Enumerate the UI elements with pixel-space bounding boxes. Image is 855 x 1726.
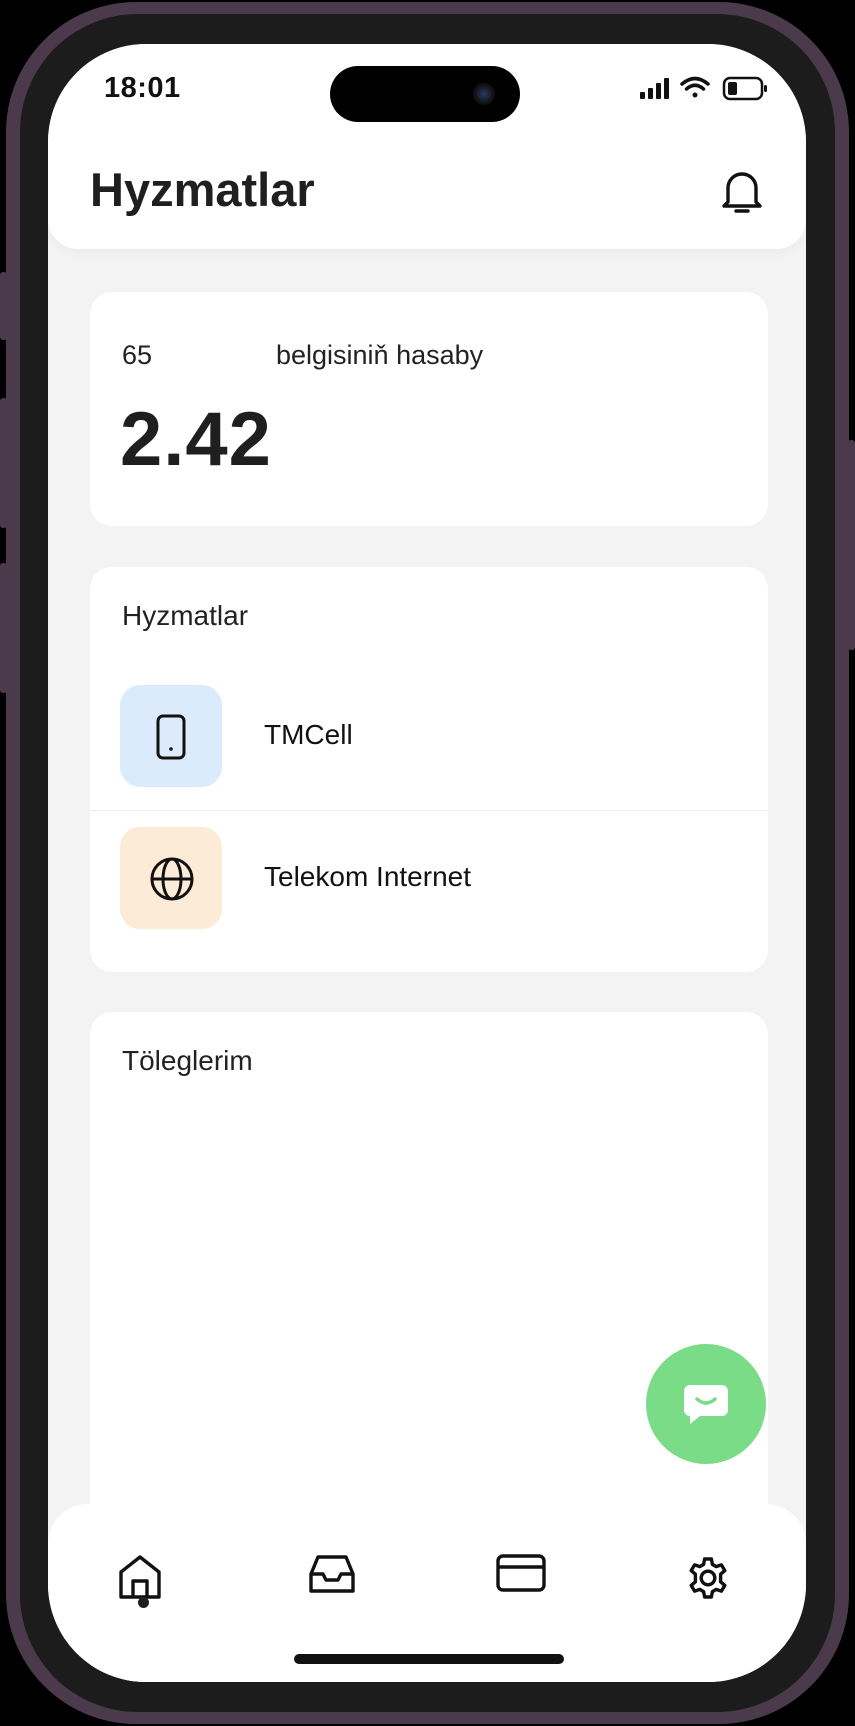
phone-number: 65: [122, 340, 153, 370]
home-icon: [119, 1555, 161, 1599]
service-icon-bg: [120, 685, 222, 787]
battery-icon: [722, 76, 767, 101]
balance-value: 2.42: [120, 397, 272, 482]
globe-icon: [150, 857, 194, 901]
nav-settings[interactable]: [674, 1544, 738, 1608]
nav-cards[interactable]: [486, 1544, 550, 1608]
phone-screen: 18:01 Hyzmatlar 65 belgisiniň hasaby 2.4…: [48, 44, 806, 1682]
side-button-power: [848, 440, 855, 650]
service-label: Telekom Internet: [264, 861, 471, 892]
service-item-tmcell[interactable]: TMCell: [90, 667, 768, 791]
app-header: 18:01 Hyzmatlar: [48, 44, 806, 249]
signal-icon: [640, 78, 669, 99]
services-title: Hyzmatlar: [122, 600, 249, 631]
bell-icon[interactable]: [720, 168, 764, 216]
side-button-volume-up: [0, 398, 7, 528]
side-button-action: [0, 272, 7, 340]
service-item-telekom-internet[interactable]: Telekom Internet: [90, 809, 768, 933]
side-button-volume-down: [0, 563, 7, 693]
chat-button[interactable]: [646, 1344, 766, 1464]
payments-title: Töleglerim: [122, 1045, 253, 1076]
service-icon-bg: [120, 827, 222, 929]
service-label: TMCell: [264, 719, 353, 750]
dynamic-island: [330, 66, 520, 122]
nav-inbox[interactable]: [298, 1544, 362, 1608]
services-card: Hyzmatlar TMCell Telekom Internet: [90, 567, 768, 972]
chat-icon: [684, 1385, 728, 1424]
wifi-icon: [680, 76, 710, 98]
page-title: Hyzmatlar: [90, 163, 315, 216]
home-indicator: [294, 1654, 564, 1664]
status-icons: [640, 74, 780, 104]
nav-active-indicator: [138, 1597, 149, 1608]
balance-label: belgisiniň hasaby: [276, 340, 484, 370]
status-time: 18:01: [104, 72, 181, 104]
camera-icon: [473, 83, 495, 105]
gear-icon: [689, 1557, 727, 1599]
inbox-icon: [309, 1555, 355, 1593]
smartphone-icon: [156, 714, 186, 760]
card-icon: [496, 1554, 546, 1592]
